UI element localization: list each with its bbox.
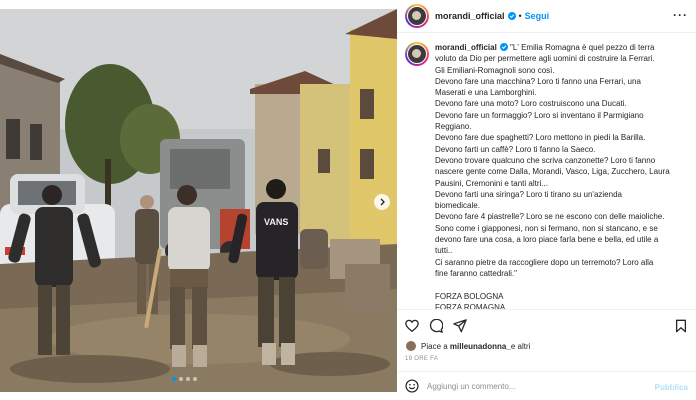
verified-badge-icon [507, 12, 516, 20]
caption-line: "L' Emilia Romagna è quel pezzo di terra [510, 43, 655, 52]
post-timestamp[interactable]: 19 ORE FA [405, 356, 438, 362]
caption-line: Devono trovare qualcuno che scriva canzo… [435, 155, 656, 165]
more-options-icon[interactable]: ··· [673, 9, 688, 21]
verified-badge-icon [499, 43, 508, 51]
follow-button[interactable]: Segui [525, 11, 550, 21]
comment-bar: Pubblica [397, 371, 696, 400]
caption-area: morandi_official "L' Emilia Romagna è qu… [397, 34, 696, 312]
caption-line: Devono farti una siringa? Loro ti tirano… [435, 189, 622, 199]
photo-image: VANS [0, 9, 397, 392]
post-header: morandi_official • Segui ··· [397, 0, 696, 33]
likes-prefix: Piace a [421, 341, 448, 351]
caption-line: tutti.. [435, 246, 453, 256]
caption-line: voluto da Dio per permettere agli uomini… [435, 54, 655, 64]
caption-line: biomedicale. [435, 201, 480, 211]
caption-avatar[interactable] [405, 42, 429, 66]
caption-line: nascere gente come Dalla, Morandi, Vasco… [435, 167, 670, 177]
likes-summary: Piace a milleunadonna_ e altri [405, 340, 530, 352]
tshirt-text: VANS [264, 217, 288, 227]
caption-line: fine faranno cattedrali." [435, 268, 517, 278]
caption-line: Reggiano. [435, 122, 472, 132]
carousel-dot [186, 377, 190, 381]
liker-avatar [405, 340, 417, 352]
caption-line: Devono fare una moto? Loro costruiscono … [435, 99, 627, 109]
caption-line: Ci saranno pietre da raccogliere dopo un… [435, 257, 654, 267]
carousel-dot [179, 377, 183, 381]
carousel-dot [193, 377, 197, 381]
caption-line: devono fare una cosa, a loro piace farla… [435, 235, 659, 245]
caption-line: Devono farti un caffè? Loro ti fanno la … [435, 144, 596, 154]
caption-line: Pausini, Cremonini e tanti altri... [435, 178, 548, 188]
liker-username[interactable]: milleunadonna_ [450, 342, 511, 351]
caption-username[interactable]: morandi_official [435, 43, 497, 52]
publish-button[interactable]: Pubblica [655, 383, 688, 392]
likes-suffix[interactable]: e altri [511, 342, 531, 351]
post-photo[interactable]: VANS [0, 0, 397, 400]
bookmark-icon[interactable] [674, 319, 688, 333]
heart-icon[interactable] [405, 319, 419, 333]
caption-line: FORZA BOLOGNA [435, 291, 504, 301]
comment-icon[interactable] [429, 319, 443, 333]
caption-line: Devono fare 4 piastrelle? Loro se ne esc… [435, 212, 665, 222]
post-details-panel: morandi_official • Segui ··· morandi_off… [397, 0, 696, 400]
comment-input[interactable] [427, 381, 647, 391]
caption-line: Devono fare due spaghetti? Loro mettono … [435, 133, 646, 143]
separator: • [518, 11, 522, 21]
caption-line: Devono fare una macchina? Loro ti fanno … [435, 76, 641, 86]
emoji-icon[interactable] [405, 379, 419, 393]
caption-line: Sono come i giapponesi, non si fermano, … [435, 223, 658, 233]
avatar[interactable] [405, 4, 429, 28]
caption-line [435, 279, 685, 290]
header-username[interactable]: morandi_official [435, 11, 505, 21]
send-icon[interactable] [453, 319, 467, 333]
action-bar [397, 309, 696, 339]
carousel-dot-active [172, 377, 176, 381]
caption-line: Maserati e una Lamborghini. [435, 88, 537, 98]
caption-text: morandi_official "L' Emilia Romagna è qu… [435, 42, 685, 312]
carousel-dots [172, 377, 197, 381]
caption-line: Gli Emiliani-Romagnoli sono così. [435, 65, 555, 75]
chevron-right-icon [380, 198, 385, 206]
carousel-next-button[interactable] [374, 194, 390, 210]
caption-line: Devono fare un formaggio? Loro si invent… [435, 110, 644, 120]
